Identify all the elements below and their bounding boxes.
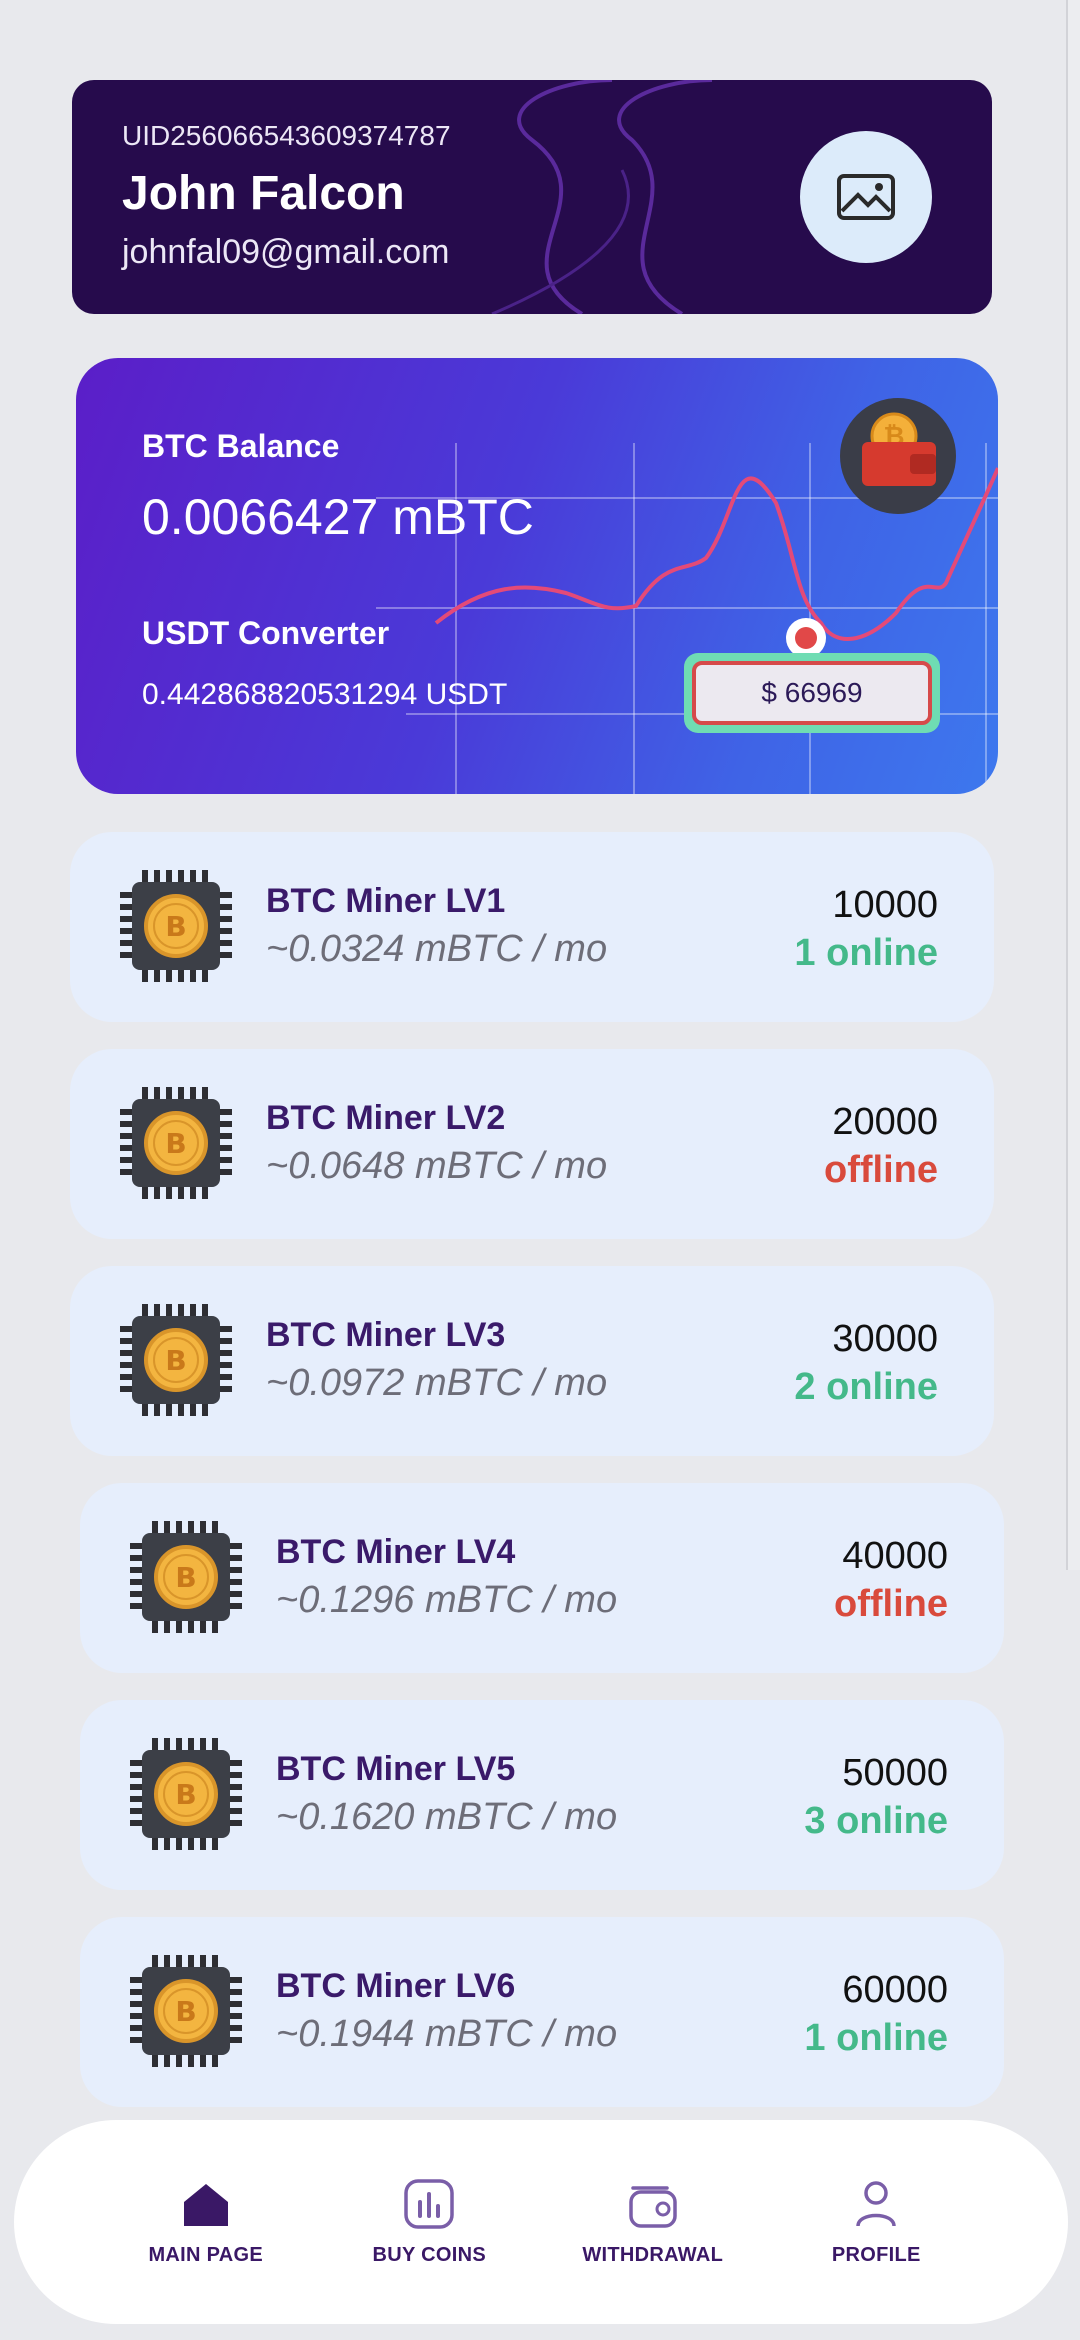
user-id: UID256066543609374787 xyxy=(122,120,451,151)
price-tag-value: $ 66969 xyxy=(692,661,932,725)
miner-card-lv6[interactable]: B BTC Miner LV6 ~0.1944 mBTC / mo 60000 1 o… xyxy=(80,1917,1004,2107)
svg-text:B: B xyxy=(175,1561,196,1594)
svg-text:B: B xyxy=(165,910,186,943)
bitcoin-chip-icon: B xyxy=(130,1955,242,2067)
nav-label: PROFILE xyxy=(831,2243,921,2266)
bitcoin-chip-icon: B xyxy=(130,1521,242,1633)
bitcoin-wallet-icon: ₿ xyxy=(840,398,956,514)
chart-bars-icon xyxy=(404,2178,454,2229)
nav-withdrawal[interactable]: WITHDRAWAL xyxy=(558,2178,748,2267)
nav-main-page[interactable]: MAIN PAGE xyxy=(111,2178,301,2267)
miner-price: 50000 xyxy=(842,1752,948,1794)
miner-card-lv5[interactable]: B BTC Miner LV5 ~0.1620 mBTC / mo 50000 3 o… xyxy=(80,1700,1004,1890)
user-name: John Falcon xyxy=(122,167,405,220)
svg-text:B: B xyxy=(175,1778,196,1811)
nav-buy-coins[interactable]: BUY COINS xyxy=(334,2178,524,2267)
nav-label: MAIN PAGE xyxy=(148,2243,264,2266)
miner-status: offline xyxy=(834,1583,948,1625)
wallet-icon xyxy=(629,2185,677,2228)
miner-rate: ~0.0648 mBTC / mo xyxy=(266,1145,608,1187)
svg-text:B: B xyxy=(175,1995,196,2028)
bottom-navigation: MAIN PAGE BUY COINS WITHDRAWAL PROFILE xyxy=(14,2120,1068,2324)
user-email: johnfal09@gmail.com xyxy=(122,233,450,271)
miner-card-lv1[interactable]: B BTC Miner LV1 ~0.0324 mBTC / mo 10000 1 o… xyxy=(70,832,994,1022)
svg-text:B: B xyxy=(165,1344,186,1377)
miner-name: BTC Miner LV1 xyxy=(266,882,506,920)
btc-balance-value: 0.0066427 mBTC xyxy=(142,489,534,545)
svg-text:B: B xyxy=(165,1127,186,1160)
usdt-converter-label: USDT Converter xyxy=(142,615,390,651)
usdt-converter-value: 0.442868820531294 USDT xyxy=(142,678,508,711)
scrollbar-track[interactable] xyxy=(1066,0,1080,1570)
user-icon xyxy=(856,2180,896,2227)
miner-status: offline xyxy=(824,1149,938,1191)
btc-balance-label: BTC Balance xyxy=(142,428,340,464)
bitcoin-chip-icon: B xyxy=(120,1304,232,1416)
decorative-swirl xyxy=(491,80,713,314)
miner-price: 60000 xyxy=(842,1969,948,2011)
miner-card-lv3[interactable]: B BTC Miner LV3 ~0.0972 mBTC / mo 30000 2 o… xyxy=(70,1266,994,1456)
miner-rate: ~0.0972 mBTC / mo xyxy=(266,1362,608,1404)
miner-price: 10000 xyxy=(832,884,938,926)
miner-rate: ~0.1620 mBTC / mo xyxy=(276,1796,618,1838)
miner-rate: ~0.1296 mBTC / mo xyxy=(276,1579,618,1621)
miner-name: BTC Miner LV3 xyxy=(266,1316,506,1354)
miner-price: 30000 xyxy=(832,1318,938,1360)
nav-profile[interactable]: PROFILE xyxy=(781,2178,971,2267)
image-placeholder-icon xyxy=(837,174,895,220)
miner-name: BTC Miner LV4 xyxy=(276,1533,516,1571)
miner-status: 1 online xyxy=(804,2017,948,2059)
miner-status: 2 online xyxy=(794,1366,938,1408)
miner-name: BTC Miner LV2 xyxy=(266,1099,506,1137)
miner-status: 1 online xyxy=(794,932,938,974)
bitcoin-chip-icon: B xyxy=(120,1087,232,1199)
miner-status: 3 online xyxy=(804,1800,948,1842)
profile-card: UID256066543609374787 John Falcon johnfa… xyxy=(72,80,992,314)
miner-card-lv2[interactable]: B BTC Miner LV2 ~0.0648 mBTC / mo 20000 off… xyxy=(70,1049,994,1239)
miner-rate: ~0.0324 mBTC / mo xyxy=(266,928,608,970)
price-tag: $ 66969 xyxy=(684,653,940,733)
nav-label: BUY COINS xyxy=(372,2243,486,2266)
miner-rate: ~0.1944 mBTC / mo xyxy=(276,2013,618,2055)
miner-name: BTC Miner LV6 xyxy=(276,1967,516,2005)
nav-label: WITHDRAWAL xyxy=(582,2243,724,2266)
bitcoin-chip-icon: B xyxy=(120,870,232,982)
bitcoin-chip-icon: B xyxy=(130,1738,242,1850)
miner-price: 40000 xyxy=(842,1535,948,1577)
home-icon xyxy=(183,2183,228,2226)
miner-card-lv4[interactable]: B BTC Miner LV4 ~0.1296 mBTC / mo 40000 off… xyxy=(80,1483,1004,1673)
miner-price: 20000 xyxy=(832,1101,938,1143)
miner-name: BTC Miner LV5 xyxy=(276,1750,516,1788)
avatar[interactable] xyxy=(800,131,932,263)
balance-card: BTC Balance 0.0066427 mBTC USDT Converte… xyxy=(76,358,998,794)
